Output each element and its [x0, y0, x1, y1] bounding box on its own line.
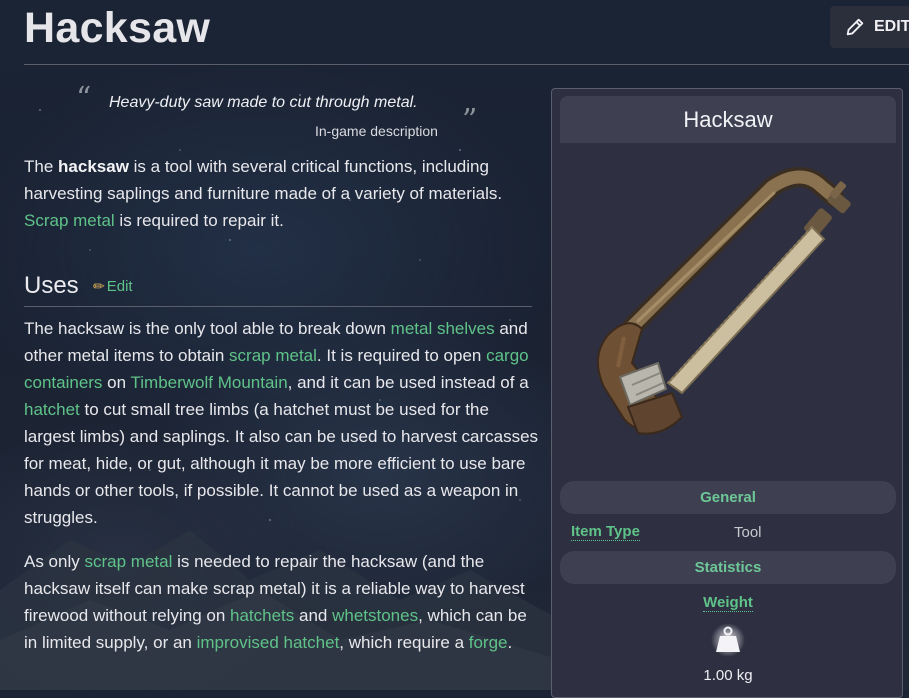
weight-icon	[711, 623, 745, 657]
quote-block: “ Heavy-duty saw made to cut through met…	[76, 84, 486, 144]
hacksaw-image	[597, 167, 851, 435]
metal-shelves-link[interactable]: metal shelves	[391, 319, 495, 338]
uses-divider	[24, 306, 532, 307]
uses-edit-link[interactable]: ✏ Edit	[93, 278, 133, 295]
uses-text: .	[507, 633, 513, 652]
weight-label[interactable]: Weight	[552, 594, 904, 612]
quote-close-mark: ”	[462, 103, 478, 138]
uses-text: , which require a	[339, 633, 469, 652]
uses-text: , and it can be used instead of a	[287, 373, 529, 392]
scrap-metal-link[interactable]: scrap metal	[229, 346, 317, 365]
weight-label-text: Weight	[703, 594, 753, 612]
uses-heading: Uses	[24, 272, 79, 299]
uses-paragraph-2: As only scrap metal is needed to repair …	[24, 548, 539, 656]
intro-text: is required to repair it.	[114, 211, 284, 230]
uses-text: As only	[24, 552, 85, 571]
uses-text: on	[102, 373, 131, 392]
infobox: Hacksaw General Item Type Tool Statistic…	[551, 88, 903, 698]
weight-value: 1.00 kg	[703, 667, 753, 684]
whetstones-link[interactable]: whetstones	[332, 606, 418, 625]
infobox-title: Hacksaw	[560, 96, 896, 143]
pencil-icon: ✏	[93, 278, 105, 294]
uses-text: The hacksaw is the only tool able to bre…	[24, 319, 391, 338]
hatchets-link[interactable]: hatchets	[230, 606, 294, 625]
intro-text: The	[24, 157, 59, 176]
scrap-metal-link[interactable]: scrap metal	[84, 552, 172, 571]
quote-source: In-game description	[315, 123, 438, 139]
timberwolf-mountain-link[interactable]: Timberwolf Mountain	[131, 373, 288, 392]
uses-text: to cut small tree limbs (a hatchet must …	[24, 400, 539, 527]
item-type-value: Tool	[734, 524, 762, 541]
item-type-label[interactable]: Item Type	[571, 523, 640, 541]
title-divider	[24, 64, 909, 65]
edit-page-label: EDIT	[874, 18, 909, 35]
quote-text: Heavy-duty saw made to cut through metal…	[109, 94, 418, 111]
statistics-section-header: Statistics	[560, 551, 896, 584]
hacksaw-bold: hacksaw	[58, 157, 129, 176]
forge-link[interactable]: forge	[469, 633, 508, 652]
scrap-metal-link[interactable]: Scrap metal	[24, 211, 115, 230]
general-section-header: General	[560, 481, 896, 514]
quote-open-mark: “	[76, 81, 92, 116]
improvised-hatchet-link[interactable]: improvised hatchet	[197, 633, 340, 652]
edit-pencil-icon	[846, 18, 864, 36]
edit-page-button[interactable]: EDIT	[830, 6, 909, 48]
uses-paragraph-1: The hacksaw is the only tool able to bre…	[24, 315, 539, 531]
uses-text: . It is required to open	[316, 346, 487, 365]
hatchet-link[interactable]: hatchet	[24, 400, 80, 419]
intro-paragraph: The hacksaw is a tool with several criti…	[24, 153, 539, 234]
uses-edit-label: Edit	[106, 278, 133, 295]
uses-text: and	[294, 606, 333, 625]
page-title: Hacksaw	[24, 4, 211, 52]
